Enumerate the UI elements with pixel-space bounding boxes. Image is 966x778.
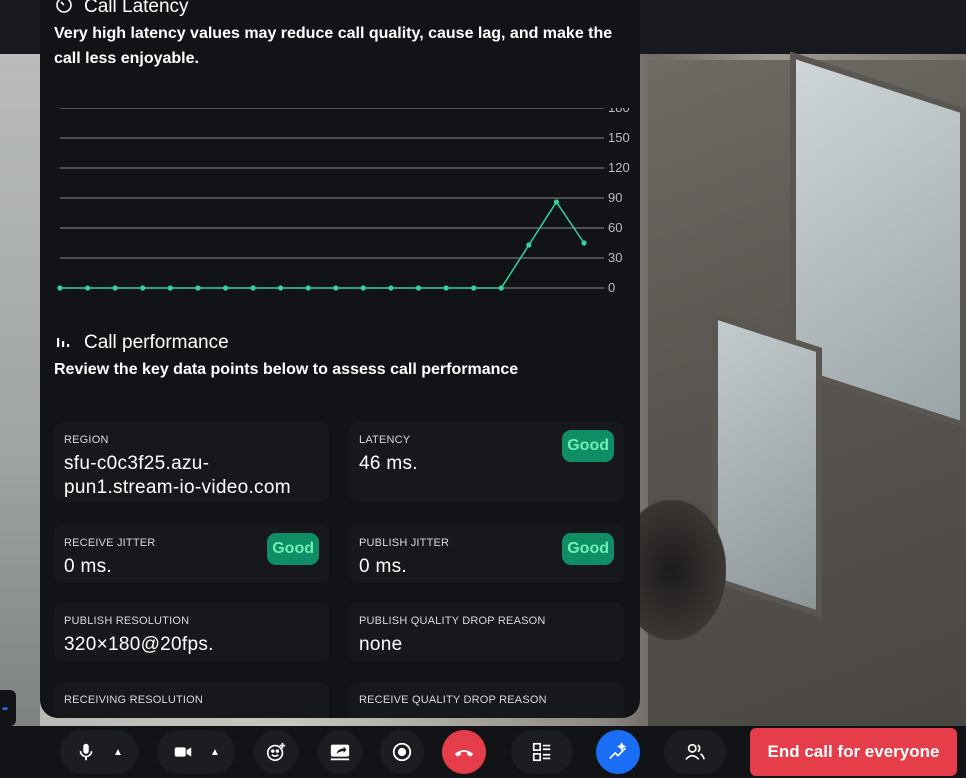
chevron-up-icon[interactable]: ▲ — [113, 747, 123, 758]
screen-share-button[interactable] — [318, 730, 362, 774]
leave-call-button[interactable] — [442, 730, 486, 774]
camera-button[interactable]: ▲ — [157, 730, 235, 774]
y-tick-label: 150 — [608, 130, 630, 145]
metric-value: sfu-c0c3f25.azu-pun1.stream-io-video.com — [64, 453, 291, 498]
y-tick-label: 90 — [608, 190, 622, 205]
performance-description: Review the key data points below to asse… — [54, 361, 519, 378]
stopwatch-icon — [54, 0, 74, 20]
call-controls-toolbar: ▲ ▲ End call for everyone — [0, 726, 966, 778]
latency-data-point — [57, 285, 63, 291]
video-camera-icon — [174, 747, 192, 757]
y-tick-label: 30 — [608, 250, 622, 265]
metric-label: REGION — [64, 434, 109, 446]
latency-title: Call Latency — [84, 0, 189, 17]
latency-data-point — [553, 199, 560, 205]
metric-receive-jitter: RECEIVE JITTER 0 ms. Good — [54, 525, 329, 583]
reactions-button[interactable] — [254, 730, 298, 774]
participant-video-edge — [0, 54, 40, 726]
latency-data-point — [84, 285, 91, 291]
metric-receive-quality-drop: RECEIVE QUALITY DROP REASON none — [349, 682, 624, 718]
screen-share-icon — [330, 744, 350, 761]
end-call-for-everyone-button[interactable]: End call for everyone — [750, 728, 957, 776]
performance-header: Call performance — [54, 330, 229, 356]
latency-data-point — [471, 285, 477, 291]
y-tick-label: 60 — [608, 220, 622, 235]
latency-data-point — [498, 285, 504, 291]
latency-chart: 0 30 60 90 120 150 180 — [57, 108, 630, 295]
latency-data-point — [305, 285, 311, 291]
latency-data-point — [222, 285, 229, 291]
metric-publish-quality-drop: PUBLISH QUALITY DROP REASON none — [349, 603, 624, 661]
latency-data-point — [333, 285, 339, 291]
metric-receiving-resolution: RECEIVING RESOLUTION — [54, 682, 329, 718]
more-dots-icon: •• — [2, 704, 8, 715]
latency-series-line — [60, 200, 585, 289]
participants-button[interactable] — [664, 730, 726, 774]
latency-data-point — [360, 285, 366, 291]
metric-label: PUBLISH RESOLUTION — [64, 615, 190, 627]
metric-value: 320×180@20fps. — [64, 634, 214, 655]
performance-title: Call performance — [84, 332, 229, 353]
participants-icon — [685, 743, 705, 760]
latency-data-point — [195, 285, 201, 291]
y-tick-label: 180 — [608, 108, 630, 115]
latency-data-point — [250, 285, 256, 291]
microphone-icon — [79, 743, 93, 761]
latency-data-point — [581, 240, 587, 246]
metric-value: none — [359, 634, 403, 655]
emoji-add-icon — [266, 742, 286, 762]
hang-up-icon — [454, 750, 474, 757]
latency-header: Call Latency — [54, 0, 189, 20]
latency-data-point — [415, 285, 422, 291]
latency-data-point — [526, 242, 532, 248]
sparkle-chart-icon — [609, 741, 627, 760]
video-door-panel — [712, 312, 822, 618]
video-person-shape — [636, 500, 726, 640]
call-screen: Call Latency Very high latency values ma… — [0, 0, 966, 778]
call-stats-button[interactable] — [596, 730, 640, 774]
metric-label: RECEIVING RESOLUTION — [64, 694, 204, 706]
status-badge: Good — [267, 533, 319, 565]
metric-label: PUBLISH QUALITY DROP REASON — [359, 615, 546, 627]
metric-region: REGION sfu-c0c3f25.azu-pun1.stream-io-vi… — [54, 422, 329, 502]
layout-list-icon — [532, 742, 551, 762]
latency-data-point — [167, 285, 173, 291]
bar-chart-icon — [54, 330, 74, 356]
y-tick-label: 120 — [608, 160, 630, 175]
status-badge: Good — [562, 430, 614, 462]
microphone-button[interactable]: ▲ — [60, 730, 138, 774]
latency-data-point — [443, 285, 449, 291]
metric-label: RECEIVE QUALITY DROP REASON — [359, 694, 547, 706]
y-tick-label: 0 — [608, 280, 615, 295]
metric-value: none — [359, 712, 614, 718]
status-badge: Good — [562, 533, 614, 565]
record-icon — [392, 742, 412, 762]
latency-data-point — [278, 285, 284, 291]
sidebar-toggle[interactable]: •• — [0, 690, 16, 726]
latency-description: Very high latency values may reduce call… — [54, 25, 613, 67]
latency-data-point — [112, 285, 118, 291]
metric-publish-resolution: PUBLISH RESOLUTION 320×180@20fps. — [54, 603, 329, 661]
record-button[interactable] — [380, 730, 424, 774]
metric-publish-jitter: PUBLISH JITTER 0 ms. Good — [349, 525, 624, 583]
layout-button[interactable] — [511, 730, 573, 774]
latency-data-point — [140, 285, 146, 291]
latency-data-point — [388, 285, 394, 291]
call-stats-panel[interactable]: Call Latency Very high latency values ma… — [40, 0, 640, 718]
chevron-up-icon[interactable]: ▲ — [210, 747, 220, 758]
metric-latency: LATENCY 46 ms. Good — [349, 422, 624, 502]
